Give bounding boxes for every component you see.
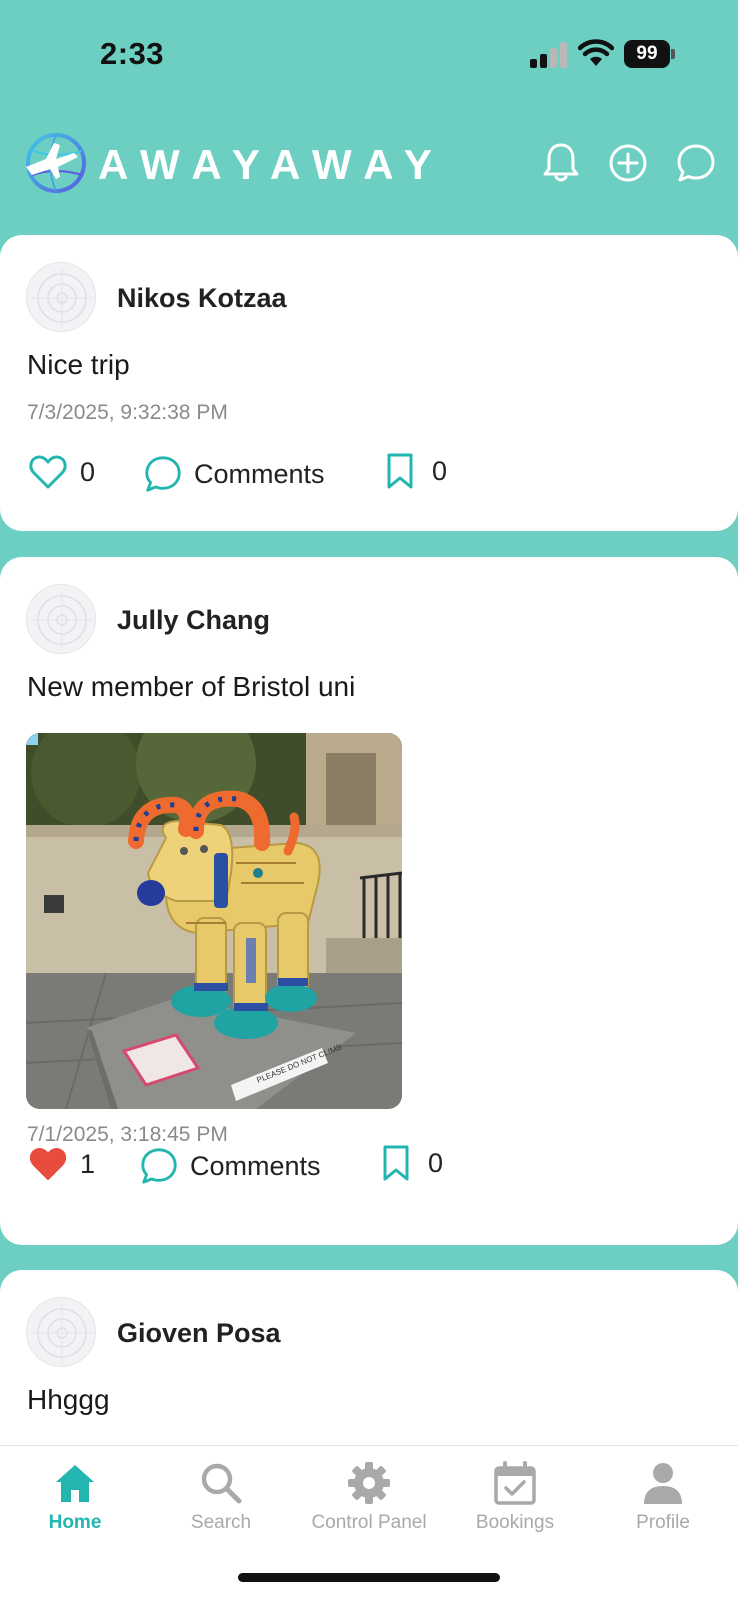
app-brand-title: AWAYAWAY bbox=[98, 141, 446, 188]
bookmark-button[interactable]: 0 bbox=[384, 451, 447, 491]
avatar-placeholder-icon bbox=[32, 590, 92, 650]
post-timestamp: 7/3/2025, 9:32:38 PM bbox=[27, 401, 228, 424]
post-timestamp: 7/1/2025, 3:18:45 PM bbox=[27, 1123, 228, 1146]
bookmark-count: 0 bbox=[432, 455, 448, 486]
status-time: 2:33 bbox=[100, 36, 165, 71]
post-card: Nikos Kotzaa Nice trip 7/3/2025, 9:32:38… bbox=[0, 235, 738, 531]
plus-circle-icon[interactable] bbox=[606, 141, 650, 185]
post-card: Jully Chang New member of Bristol uni PL… bbox=[0, 557, 738, 1245]
cellular-signal-icon bbox=[530, 42, 567, 68]
comments-button[interactable]: Comments bbox=[138, 1145, 321, 1187]
person-icon bbox=[644, 1463, 682, 1504]
nav-label-bookings: Bookings bbox=[475, 1512, 555, 1533]
avatar[interactable] bbox=[26, 584, 96, 654]
heart-outline-icon bbox=[29, 455, 67, 489]
comments-label: Comments bbox=[194, 458, 325, 489]
sculpture-photo: PLEASE DO NOT CLIMB bbox=[26, 733, 402, 1109]
airplane-globe-logo-icon[interactable] bbox=[20, 129, 88, 197]
battery-level: 99 bbox=[624, 40, 670, 68]
battery-icon: 99 bbox=[624, 40, 676, 68]
app-header: AWAYAWAY bbox=[0, 125, 738, 205]
nav-label-profile: Profile bbox=[636, 1512, 690, 1533]
nav-item-bookings[interactable]: Bookings bbox=[440, 1460, 590, 1540]
nav-label-home: Home bbox=[48, 1512, 102, 1533]
comment-bubble-icon bbox=[141, 1148, 177, 1184]
bookmark-icon bbox=[383, 1145, 409, 1181]
gear-icon bbox=[348, 1462, 390, 1504]
home-icon bbox=[56, 1465, 94, 1502]
nav-item-home[interactable]: Home bbox=[0, 1460, 150, 1540]
search-icon bbox=[201, 1463, 242, 1504]
calendar-check-icon bbox=[494, 1461, 536, 1505]
avatar-placeholder-icon bbox=[32, 1303, 92, 1363]
bookmark-button[interactable]: 0 bbox=[380, 1143, 443, 1183]
chat-bubble-icon[interactable] bbox=[674, 141, 718, 185]
post-author[interactable]: Gioven Posa bbox=[117, 1318, 281, 1349]
post-author[interactable]: Jully Chang bbox=[117, 605, 270, 636]
post-text: Hhggg bbox=[27, 1384, 110, 1415]
post-card: Gioven Posa Hhggg bbox=[0, 1270, 738, 1470]
like-count: 0 bbox=[80, 456, 96, 487]
home-indicator bbox=[238, 1573, 500, 1582]
bookmark-icon bbox=[387, 453, 413, 489]
like-button[interactable]: 0 bbox=[28, 453, 95, 491]
comments-button[interactable]: Comments bbox=[142, 453, 325, 495]
comments-label: Comments bbox=[190, 1150, 321, 1181]
nav-label-search: Search bbox=[190, 1512, 252, 1533]
nav-label-control-panel: Control Panel bbox=[311, 1512, 427, 1533]
avatar-placeholder-icon bbox=[32, 268, 92, 328]
post-image[interactable]: PLEASE DO NOT CLIMB bbox=[26, 733, 402, 1109]
heart-filled-icon bbox=[29, 1148, 67, 1180]
comment-bubble-icon bbox=[145, 456, 181, 492]
nav-item-search[interactable]: Search bbox=[146, 1460, 296, 1540]
like-count: 1 bbox=[80, 1148, 96, 1179]
avatar[interactable] bbox=[26, 1297, 96, 1367]
bookmark-count: 0 bbox=[428, 1147, 444, 1178]
post-author[interactable]: Nikos Kotzaa bbox=[117, 283, 287, 314]
like-button[interactable]: 1 bbox=[28, 1145, 95, 1183]
nav-item-profile[interactable]: Profile bbox=[588, 1460, 738, 1540]
avatar[interactable] bbox=[26, 262, 96, 332]
post-text: New member of Bristol uni bbox=[27, 671, 356, 702]
post-text: Nice trip bbox=[27, 349, 130, 380]
nav-item-control-panel[interactable]: Control Panel bbox=[294, 1460, 444, 1540]
status-bar: 2:33 99 bbox=[0, 0, 738, 110]
bell-icon[interactable] bbox=[539, 141, 583, 185]
wifi-icon bbox=[578, 39, 614, 66]
